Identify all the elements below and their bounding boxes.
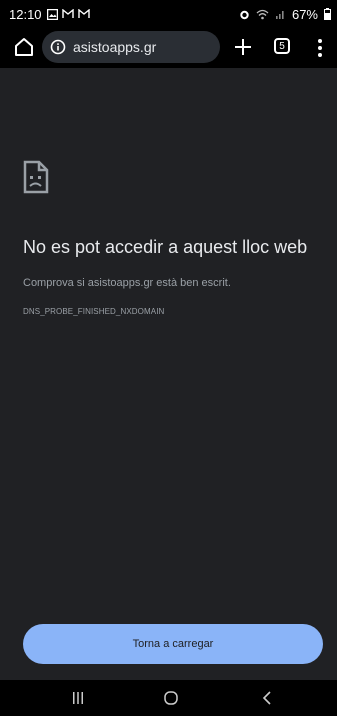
status-time: 12:10 [9, 6, 42, 22]
image-notification-icon [46, 8, 58, 20]
status-bar: 12:10 67% [0, 0, 337, 28]
info-icon[interactable] [50, 39, 66, 55]
url-text[interactable]: asistoapps.gr [73, 39, 156, 55]
tab-count: 5 [279, 40, 285, 52]
android-nav-bar [0, 680, 337, 716]
new-tab-icon[interactable] [231, 32, 255, 62]
battery-icon [324, 8, 331, 20]
home-icon[interactable] [12, 35, 36, 59]
gmail-icon [77, 9, 90, 18]
wifi-icon [256, 9, 269, 19]
error-page: No es pot accedir a aquest lloc web Comp… [0, 68, 337, 680]
home-nav-icon[interactable] [163, 690, 179, 706]
error-heading: No es pot accedir a aquest lloc web [23, 237, 308, 257]
gmail-icon [61, 9, 74, 18]
error-description: Comprova si asistoapps.gr està ben escri… [23, 277, 231, 289]
tab-switcher-button[interactable]: 5 [274, 38, 290, 54]
address-bar[interactable]: asistoapps.gr [42, 31, 220, 63]
error-code: DNS_PROBE_FINISHED_NXDOMAIN [23, 307, 165, 316]
more-options-icon[interactable] [316, 38, 324, 58]
battery-percent: 67% [291, 6, 318, 22]
broken-page-icon [23, 160, 49, 194]
signal-icon [275, 10, 284, 19]
browser-toolbar: asistoapps.gr 5 [0, 28, 337, 68]
back-icon[interactable] [260, 690, 274, 706]
alarm-icon [240, 10, 249, 19]
reload-button[interactable]: Torna a carregar [23, 624, 323, 664]
recents-icon[interactable] [70, 690, 86, 706]
